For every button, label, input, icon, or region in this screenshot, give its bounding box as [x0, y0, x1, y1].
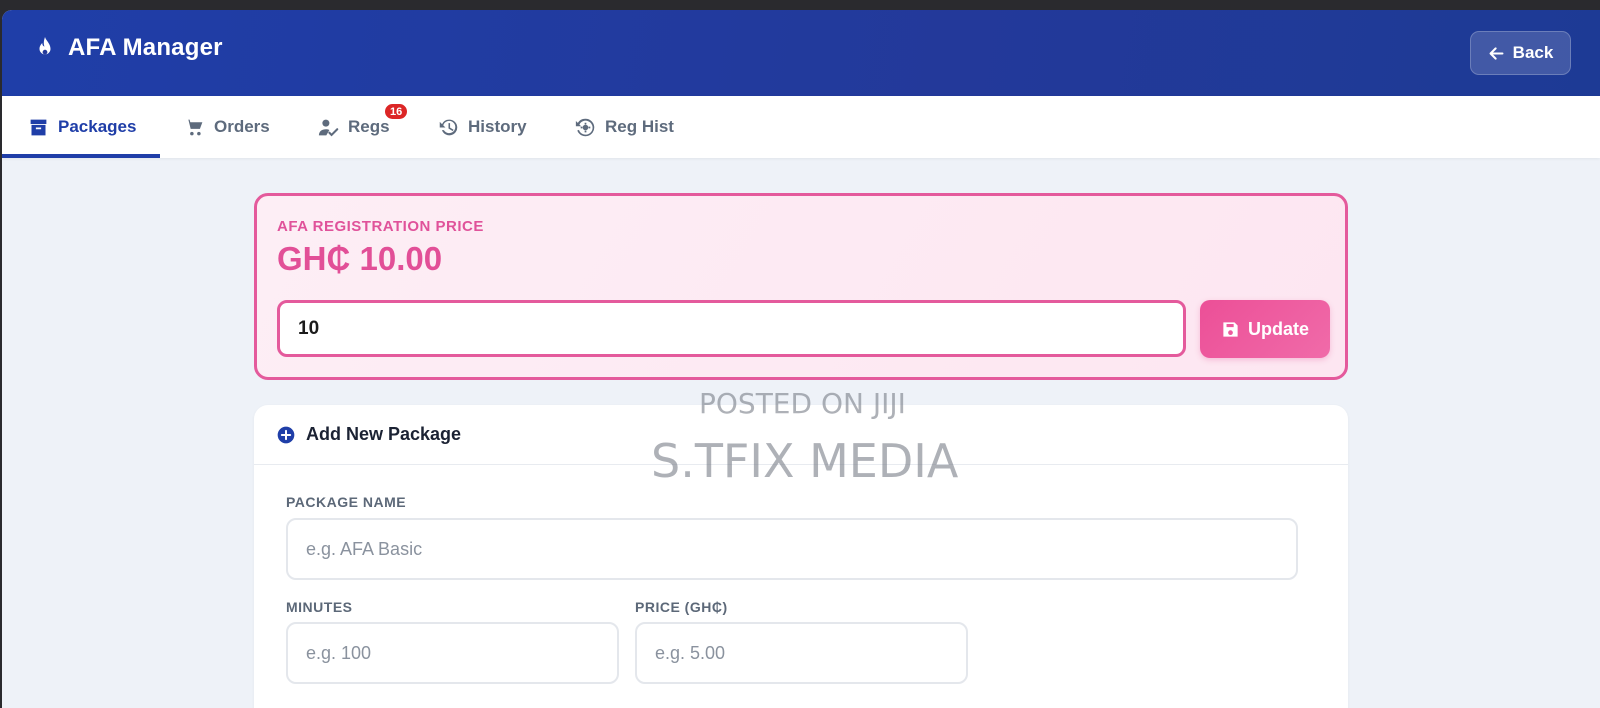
update-label: Update — [1247, 318, 1309, 339]
history-icon — [439, 119, 458, 135]
notification-badge: 16 — [383, 102, 410, 121]
app-window: AFA Manager Back Packages Orders Regs 16… — [2, 10, 1600, 708]
price-input[interactable] — [277, 300, 1186, 357]
brand: AFA Manager — [34, 32, 223, 64]
tab-history[interactable]: History — [438, 96, 527, 158]
arrow-left-icon — [1489, 46, 1504, 60]
tab-label: History — [468, 117, 527, 136]
price-field-label: PRICE (GH₵) — [635, 599, 728, 615]
price-field-input[interactable] — [635, 622, 968, 684]
plus-circle-icon — [277, 426, 295, 443]
update-button[interactable]: Update — [1200, 300, 1330, 358]
tab-regs[interactable]: Regs — [318, 96, 390, 158]
app-title: AFA Manager — [68, 34, 223, 61]
active-tab-indicator — [2, 154, 160, 158]
tab-orders[interactable]: Orders — [184, 96, 270, 158]
package-name-label: PACKAGE NAME — [286, 494, 407, 510]
tab-reg-hist[interactable]: Reg Hist — [575, 96, 674, 158]
tab-label: Regs — [348, 117, 390, 136]
add-package-header[interactable]: Add New Package — [254, 405, 1348, 465]
app-header: AFA Manager Back — [2, 10, 1600, 96]
package-name-input[interactable] — [286, 518, 1298, 580]
add-package-card: Add New Package PACKAGE NAME MINUTES PRI… — [254, 405, 1348, 708]
cart-icon — [185, 119, 203, 135]
fire-icon — [39, 37, 51, 55]
tab-label: Reg Hist — [605, 117, 674, 136]
archive-box-icon — [30, 119, 47, 135]
tab-bar: Packages Orders Regs 16 History Reg Hist — [2, 96, 1600, 158]
add-package-title: Add New Package — [306, 424, 462, 444]
save-icon — [1223, 321, 1238, 337]
user-check-icon — [318, 119, 339, 136]
tab-label: Orders — [214, 117, 270, 136]
minutes-input[interactable] — [286, 622, 619, 684]
settings-history-icon — [575, 118, 595, 136]
minutes-label: MINUTES — [286, 599, 353, 615]
price-value: GH₵ 10.00 — [277, 240, 443, 277]
price-label: AFA REGISTRATION PRICE — [277, 218, 484, 235]
registration-price-card: AFA REGISTRATION PRICE GH₵ 10.00 Update — [254, 193, 1348, 380]
back-label: Back — [1512, 43, 1554, 62]
tab-label: Packages — [58, 117, 137, 136]
tab-packages[interactable]: Packages — [28, 96, 136, 158]
back-button[interactable]: Back — [1470, 31, 1571, 75]
